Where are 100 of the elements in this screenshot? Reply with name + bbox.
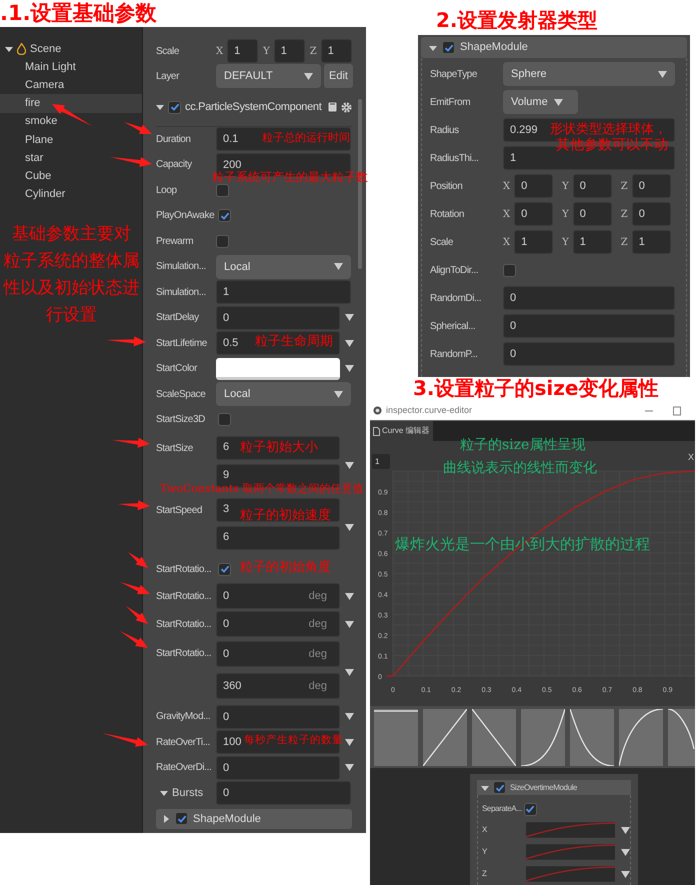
checkbox[interactable]	[524, 802, 537, 816]
number-field[interactable]: 0	[503, 314, 675, 338]
checkbox[interactable]	[216, 234, 229, 248]
tree-item[interactable]: fire	[0, 94, 142, 113]
maximize-icon[interactable]	[672, 406, 682, 416]
dropdown-arrow-icon[interactable]	[345, 764, 354, 772]
curve-preset-thumbnail[interactable]	[374, 708, 418, 766]
number-field[interactable]: 1	[227, 39, 258, 63]
dropdown-arrow-icon[interactable]	[334, 390, 343, 398]
checkbox[interactable]	[493, 781, 506, 794]
editor-tab[interactable]: Curve 编辑器	[370, 421, 433, 441]
number-field[interactable]: 0	[216, 756, 340, 780]
checkbox[interactable]	[218, 413, 231, 426]
curve-preview-field[interactable]	[526, 866, 615, 882]
tree-item[interactable]: Scene	[30, 40, 62, 58]
curve-preset-thumbnail[interactable]	[472, 708, 516, 766]
annotation-text: 形状类型选择球体，	[550, 123, 667, 136]
tree-item[interactable]: star	[0, 148, 142, 168]
checkbox[interactable]	[503, 264, 516, 276]
annotation-arrow	[112, 438, 150, 448]
tree-item[interactable]: Plane	[0, 130, 142, 149]
dropdown-arrow-icon[interactable]	[345, 524, 354, 530]
curve-preset-thumbnail[interactable]	[521, 708, 565, 766]
number-field[interactable]: 0	[503, 286, 675, 310]
number-field[interactable]: 0	[572, 174, 612, 198]
number-field[interactable]: 0	[216, 306, 340, 330]
number-field[interactable]: 1	[274, 39, 305, 63]
module-header[interactable]: ShapeModule	[156, 808, 352, 829]
caret-icon[interactable]	[156, 103, 164, 112]
curve-preset-thumbnail[interactable]	[570, 708, 614, 766]
dropdown-arrow-icon[interactable]	[345, 340, 354, 347]
number-field[interactable]: 0	[514, 202, 554, 226]
tree-item[interactable]: Cylinder	[0, 185, 142, 204]
number-field[interactable]: 0	[514, 174, 554, 198]
number-field[interactable]: 0	[632, 202, 671, 226]
checkbox[interactable]	[442, 41, 455, 54]
caret-icon[interactable]	[162, 814, 170, 823]
dropdown-arrow-icon[interactable]	[304, 72, 313, 80]
dropdown-arrow-icon[interactable]	[621, 870, 630, 878]
caret-icon[interactable]	[5, 45, 13, 53]
dropdown-arrow-icon[interactable]	[554, 98, 563, 106]
checkbox[interactable]	[218, 562, 231, 576]
number-field[interactable]: 1	[632, 230, 671, 254]
dropdown-arrow-icon[interactable]	[345, 620, 354, 628]
dropdown-arrow-icon[interactable]	[345, 669, 354, 676]
checkbox[interactable]	[175, 812, 188, 826]
number-field[interactable]: 0 deg	[216, 641, 340, 667]
dropdown-arrow-icon[interactable]	[345, 738, 354, 746]
dropdown-arrow-icon[interactable]	[334, 263, 343, 270]
number-field[interactable]: 1	[572, 230, 612, 254]
number-field[interactable]: 0	[216, 704, 340, 729]
caret-icon[interactable]	[160, 789, 168, 798]
number-field[interactable]: 0	[632, 174, 671, 198]
number-field[interactable]: 360 deg	[216, 673, 340, 699]
number-field[interactable]: 6	[216, 526, 340, 550]
select-field[interactable]: Local	[216, 382, 351, 406]
number-field[interactable]: 0.1 粒子总的运行时间	[216, 127, 351, 152]
close-button[interactable]: X	[688, 453, 694, 462]
curve-preset-thumbnail[interactable]	[423, 708, 467, 766]
dropdown-arrow-icon[interactable]	[345, 462, 354, 468]
dropdown-arrow-icon[interactable]	[621, 848, 630, 856]
dropdown-arrow-icon[interactable]	[345, 365, 354, 372]
color-swatch[interactable]	[216, 358, 340, 380]
caret-icon[interactable]	[429, 44, 437, 52]
number-field[interactable]: 0	[572, 202, 612, 226]
tree-item[interactable]: Main Light	[0, 58, 142, 76]
max-value-field[interactable]: 1	[372, 454, 390, 469]
checkbox[interactable]	[216, 184, 229, 197]
dropdown-arrow-icon[interactable]	[345, 713, 354, 720]
number-field[interactable]: 100 每秒产生粒子的数量	[216, 730, 340, 754]
number-field[interactable]: 1	[514, 230, 554, 254]
select-field[interactable]: Volume	[503, 90, 578, 114]
dropdown-arrow-icon[interactable]	[345, 314, 354, 322]
number-field[interactable]: 0 deg	[216, 611, 340, 637]
curve-preview-field[interactable]	[526, 844, 615, 860]
number-field[interactable]: 0	[216, 781, 351, 806]
number-field[interactable]: 0	[503, 342, 675, 366]
select-field[interactable]: Sphere	[503, 62, 675, 86]
number-field[interactable]: 1	[320, 39, 352, 63]
tree-item[interactable]: Camera	[0, 76, 142, 94]
dropdown-arrow-icon[interactable]	[621, 826, 630, 834]
module-header[interactable]: ShapeModule	[421, 37, 687, 58]
dropdown-arrow-icon[interactable]	[658, 70, 667, 78]
curve-preset-thumbnail[interactable]	[619, 708, 663, 766]
book-icon[interactable]	[328, 102, 337, 112]
number-field[interactable]: 0 deg	[216, 583, 340, 609]
select-field[interactable]: Local	[216, 254, 351, 279]
checkbox[interactable]	[218, 209, 231, 222]
tree-item[interactable]: Cube	[0, 167, 142, 186]
checkbox[interactable]	[168, 100, 181, 114]
property-label: RandomDi...	[430, 292, 482, 306]
edit-button[interactable]: Edit	[324, 64, 353, 88]
number-field[interactable]: 1	[216, 280, 351, 304]
settings-icon[interactable]	[341, 102, 352, 113]
module-header[interactable]: SizeOvertimeModule	[477, 780, 631, 795]
tree-item[interactable]: smoke	[0, 112, 142, 131]
dropdown-arrow-icon[interactable]	[345, 592, 354, 600]
caret-icon[interactable]	[481, 784, 489, 792]
select-field[interactable]: DEFAULT	[216, 64, 321, 88]
curve-preview-field[interactable]	[526, 822, 615, 838]
